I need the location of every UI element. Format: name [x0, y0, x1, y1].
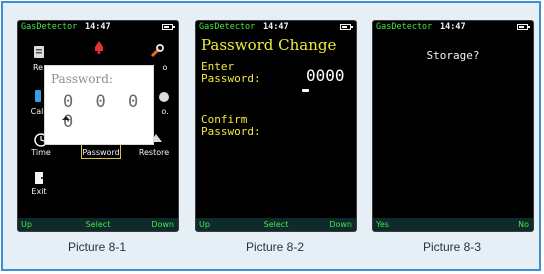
caption-picture-3: Picture 8-3	[422, 240, 482, 254]
menu-item-tools[interactable]: o	[158, 63, 172, 72]
status-bar: GasDetector 14:47	[18, 21, 178, 34]
digit-cursor-icon	[302, 89, 309, 92]
softkey-bar: Yes No	[373, 218, 533, 231]
battery-icon	[162, 24, 175, 30]
status-app-name: GasDetector	[376, 22, 433, 32]
device-screen-storage-confirm: GasDetector 14:47 Storage? Yes No	[372, 20, 534, 232]
softkey-bar: Up Select Down	[196, 218, 356, 231]
device-screen-menu: GasDetector 14:47 Re o Cal o. Time Passw…	[17, 20, 179, 232]
status-time: 14:47	[263, 22, 289, 32]
caption-picture-1: Picture 8-1	[67, 240, 127, 254]
caption-picture-2: Picture 8-2	[245, 240, 305, 254]
new-password-digits[interactable]: 0000	[306, 66, 345, 85]
enter-password-label-line2: Password:	[201, 72, 261, 85]
softkey-bar: Up Select Down	[18, 218, 178, 231]
digit-cursor-icon	[62, 116, 70, 120]
status-bar: GasDetector 14:47	[373, 21, 533, 34]
calibration-icon	[35, 90, 41, 102]
menu-item-exit[interactable]: Exit	[27, 187, 51, 196]
menu-item-info[interactable]: o.	[158, 107, 172, 116]
password-digits[interactable]: 0 0 0 0	[63, 92, 153, 132]
softkey-yes[interactable]: Yes	[376, 218, 389, 231]
device-screen-password-change: GasDetector 14:47 Password Change Enter …	[195, 20, 357, 232]
tools-icon	[150, 44, 164, 58]
menu-item-time[interactable]: Time	[27, 148, 55, 157]
screen-title: Password Change	[201, 36, 337, 54]
softkey-down[interactable]: Down	[329, 218, 352, 231]
softkey-no[interactable]: No	[518, 218, 529, 231]
battery-icon	[517, 24, 530, 30]
menu-item-password[interactable]: Password	[81, 148, 121, 157]
password-dialog: Password: 0 0 0 0	[44, 65, 154, 145]
softkey-down[interactable]: Down	[151, 218, 174, 231]
status-app-name: GasDetector	[199, 22, 256, 32]
status-time: 14:47	[440, 22, 466, 32]
info-icon	[159, 92, 169, 102]
password-label: Password:	[51, 72, 113, 86]
battery-icon	[340, 24, 353, 30]
alarm-icon	[95, 41, 103, 54]
status-bar: GasDetector 14:47	[196, 21, 356, 34]
status-time: 14:47	[85, 22, 111, 32]
storage-prompt: Storage?	[426, 49, 480, 62]
exit-icon	[35, 172, 48, 184]
status-app-name: GasDetector	[21, 22, 78, 32]
menu-item-restore[interactable]: Restore	[132, 148, 176, 157]
recording-icon	[34, 46, 44, 58]
confirm-password-label-line2: Password:	[201, 125, 261, 138]
